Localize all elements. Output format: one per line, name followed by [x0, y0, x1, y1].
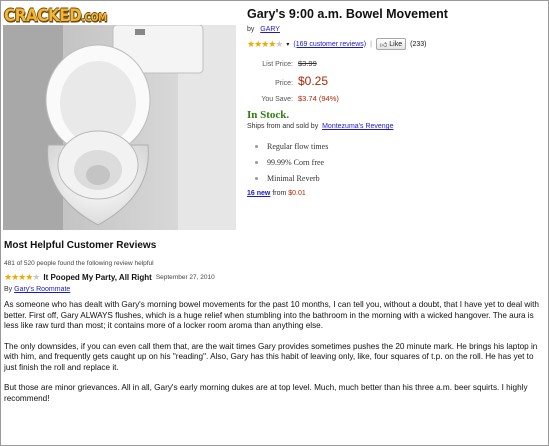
list-price: $3.99: [298, 59, 317, 68]
reviews-heading: Most Helpful Customer Reviews: [4, 240, 157, 251]
rating-dropdown-icon[interactable]: ▾: [286, 41, 289, 48]
toilet-image: [3, 25, 236, 230]
byline: by GARY: [247, 26, 280, 33]
reviewer-link[interactable]: Gary's Roommate: [14, 286, 70, 293]
review-byline: By Gary's Roommate: [4, 286, 71, 293]
from-price: $0.01: [288, 190, 306, 197]
feature-list: Regular flow times 99.99% Corn free Mini…: [255, 142, 547, 183]
author-link[interactable]: GARY: [260, 26, 280, 33]
like-button[interactable]: 👍︎ Like: [375, 38, 407, 50]
new-offers-link[interactable]: 16 new: [247, 190, 270, 197]
review-title-row: ★★★★★ It Pooped My Party, All Right Sept…: [4, 272, 544, 283]
rating-row: ★★★★★ ▾ (169 customer reviews) | 👍︎ Like…: [247, 38, 427, 50]
review-title: It Pooped My Party, All Right: [43, 273, 152, 282]
price-row: Price: $0.25: [275, 74, 329, 88]
review-paragraph: But those are minor grievances. All in a…: [4, 383, 528, 403]
savings-row: You Save: $3.74 (94%): [261, 94, 339, 103]
cracked-logo[interactable]: CRACKED.COM: [4, 5, 107, 26]
new-offers: 16 new from $0.01: [247, 190, 306, 197]
feature-item: Regular flow times: [255, 142, 547, 151]
thumbs-up-icon: 👍︎: [379, 41, 388, 49]
review-star-rating-icon: ★★★★★: [4, 272, 40, 282]
seller-link[interactable]: Montezuma's Revenge: [322, 123, 393, 130]
product-info: Gary's 9:00 a.m. Bowel Movement by GARY …: [247, 7, 547, 197]
review-paragraph: The only downsides, if you can even call…: [4, 341, 538, 372]
stock-status: In Stock.: [247, 109, 290, 121]
list-price-row: List Price: $3.99: [262, 59, 317, 68]
review-paragraph: As someone who has dealt with Gary's mor…: [4, 300, 539, 330]
star-rating-icon[interactable]: ★★★★★: [247, 39, 283, 50]
sale-price: $0.25: [298, 74, 329, 88]
reviews-section: Most Helpful Customer Reviews 481 of 520…: [4, 240, 544, 404]
like-count: (233): [410, 40, 427, 48]
price-table: List Price: $3.99 Price: $0.25 You Save:…: [247, 59, 547, 103]
ships-from: Ships from and sold by Montezuma's Reven…: [247, 123, 394, 130]
product-photo-toilet[interactable]: [3, 25, 236, 230]
feature-item: 99.99% Corn free: [255, 158, 547, 167]
review-date: September 27, 2010: [155, 274, 215, 281]
feature-item: Minimal Reverb: [255, 174, 547, 183]
savings-value: $3.74 (94%): [298, 94, 339, 103]
helpful-count: 481 of 520 people found the following re…: [4, 260, 154, 267]
customer-reviews-link[interactable]: (169 customer reviews): [293, 41, 366, 48]
product-title: Gary's 9:00 a.m. Bowel Movement: [247, 7, 448, 21]
